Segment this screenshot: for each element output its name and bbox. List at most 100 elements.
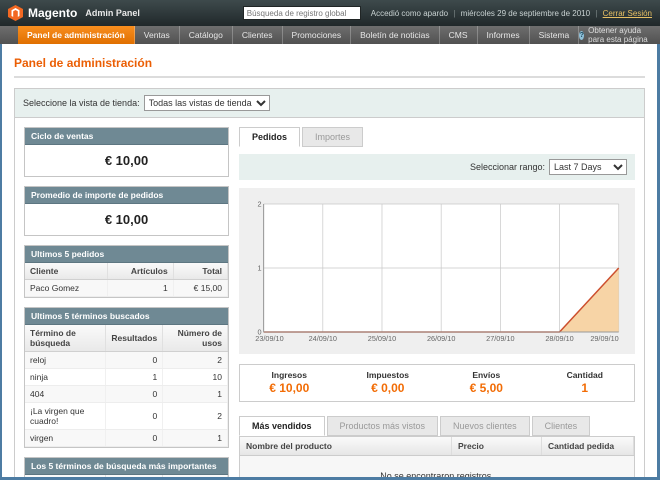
bottom-tab-2[interactable]: Nuevos clientes [440, 416, 530, 436]
bottom-tab-1[interactable]: Productos más vistos [327, 416, 439, 436]
total-ingresos: Ingresos€ 10,00 [240, 370, 339, 395]
top-search-terms-table: Término de búsquedaResultadosNúmero de u… [25, 475, 228, 477]
logo-text: Magento [28, 6, 77, 20]
svg-text:23/09/10: 23/09/10 [255, 335, 283, 343]
lifetime-sales-panel: Ciclo de ventas € 10,00 [24, 127, 229, 177]
column-header: Cliente [25, 263, 107, 280]
logo-subtext: Admin Panel [85, 8, 140, 18]
nav-tab-6[interactable]: CMS [440, 26, 478, 44]
column-header: Resultados [106, 475, 163, 477]
svg-text:28/09/10: 28/09/10 [545, 335, 573, 343]
store-view-select[interactable]: Todas las vistas de tienda [144, 95, 270, 111]
page-title: Panel de administración [14, 56, 645, 70]
help-label: Obtener ayuda para esta página [588, 26, 650, 44]
bottom-tab-3[interactable]: Clientes [532, 416, 591, 436]
column-header: Total [173, 263, 227, 280]
nav-tab-7[interactable]: Informes [478, 26, 530, 44]
total-value: 1 [536, 381, 635, 395]
chart-tab-1[interactable]: Importes [302, 127, 363, 147]
last-search-terms-table: Término de búsquedaResultadosNúmero de u… [25, 325, 228, 447]
total-value: € 5,00 [437, 381, 536, 395]
nav-tab-2[interactable]: Catálogo [180, 26, 233, 44]
current-date: miércoles 29 de septiembre de 2010 [461, 9, 590, 18]
lifetime-sales-value: € 10,00 [25, 145, 228, 176]
browser-window: Magento Admin Panel Accedió como apardo … [0, 0, 660, 480]
total-label: Cantidad [536, 370, 635, 380]
last-orders-panel: Ultimos 5 pedidos ClienteArtículosTotalP… [24, 245, 229, 298]
products-grid-table: Nombre del productoPrecioCantidad pedida [240, 437, 634, 456]
column-header: Artículos [107, 263, 173, 280]
grid-empty-message: No se encontraron registros. [240, 456, 634, 477]
panel-title: Ultimos 5 pedidos [25, 246, 228, 263]
orders-chart: 01223/09/1024/09/1025/09/1026/09/1027/09… [239, 188, 635, 354]
dashboard-container: Seleccione la vista de tienda: Todas las… [14, 88, 645, 477]
svg-text:25/09/10: 25/09/10 [368, 335, 396, 343]
nav-tab-0[interactable]: Panel de administración [18, 26, 135, 44]
table-row[interactable]: 40401 [25, 386, 228, 403]
last-orders-table: ClienteArtículosTotalPaco Gomez1€ 15,00 [25, 263, 228, 297]
range-bar: Seleccionar rango: Last 7 Days [239, 154, 635, 180]
magento-logo-icon [8, 5, 23, 21]
table-row[interactable]: ¡La virgen que cuadro!02 [25, 403, 228, 430]
total-label: Envíos [437, 370, 536, 380]
nav-tab-4[interactable]: Promociones [283, 26, 352, 44]
total-impuestos: Impuestos€ 0,00 [339, 370, 438, 395]
panel-title: Ultimos 5 términos buscados [25, 308, 228, 325]
table-row[interactable]: ninja110 [25, 369, 228, 386]
nav-tabs: Panel de administraciónVentasCatálogoCli… [18, 26, 579, 44]
table-row[interactable]: virgen01 [25, 430, 228, 447]
chart-tab-0[interactable]: Pedidos [239, 127, 300, 147]
top-search-terms-panel: Los 5 términos de búsqueda más important… [24, 457, 229, 477]
title-divider [14, 76, 645, 78]
panel-title: Los 5 términos de búsqueda más important… [25, 458, 228, 475]
svg-text:1: 1 [257, 265, 261, 273]
table-row[interactable]: reloj02 [25, 352, 228, 369]
store-view-label: Seleccione la vista de tienda: [23, 98, 140, 108]
orders-area-chart: 01223/09/1024/09/1025/09/1026/09/1027/09… [249, 196, 625, 346]
total-label: Impuestos [339, 370, 438, 380]
totals-bar: Ingresos€ 10,00Impuestos€ 0,00Envíos€ 5,… [239, 364, 635, 402]
column-header: Número de usos [163, 475, 228, 477]
column-header: Número de usos [163, 325, 228, 352]
help-link[interactable]: ? Obtener ayuda para esta página [579, 26, 660, 44]
total-cantidad: Cantidad1 [536, 370, 635, 395]
column-header: Nombre del producto [240, 437, 452, 456]
svg-text:29/09/10: 29/09/10 [590, 335, 618, 343]
column-header: Precio [452, 437, 542, 456]
panel-title: Promedio de importe de pedidos [25, 187, 228, 204]
nav-tab-3[interactable]: Clientes [233, 26, 283, 44]
total-value: € 10,00 [240, 381, 339, 395]
table-row[interactable]: Paco Gomez1€ 15,00 [25, 280, 228, 297]
page-body: Panel de administración Seleccione la vi… [2, 44, 657, 477]
store-view-bar: Seleccione la vista de tienda: Todas las… [15, 89, 644, 118]
range-select[interactable]: Last 7 Days [549, 159, 627, 175]
average-orders-value: € 10,00 [25, 204, 228, 235]
svg-text:24/09/10: 24/09/10 [309, 335, 337, 343]
global-search-input[interactable] [243, 6, 361, 20]
logged-in-as: Accedió como apardo [371, 9, 448, 18]
top-header: Magento Admin Panel Accedió como apardo … [0, 0, 660, 26]
dashboard-main: PedidosImportes Seleccionar rango: Last … [239, 127, 635, 477]
range-label: Seleccionar rango: [470, 162, 545, 172]
total-label: Ingresos [240, 370, 339, 380]
column-header: Término de búsqueda [25, 325, 106, 352]
svg-text:27/09/10: 27/09/10 [486, 335, 514, 343]
help-icon: ? [579, 31, 584, 40]
column-header: Cantidad pedida [542, 437, 634, 456]
nav-tab-8[interactable]: Sistema [530, 26, 580, 44]
chart-tabs: PedidosImportes [239, 127, 635, 147]
logout-link[interactable]: Cerrar Sesión [603, 9, 652, 18]
panel-title: Ciclo de ventas [25, 128, 228, 145]
bottom-tabs: Más vendidosProductos más vistosNuevos c… [239, 416, 635, 436]
main-nav: Panel de administraciónVentasCatálogoCli… [0, 26, 660, 44]
svg-text:26/09/10: 26/09/10 [427, 335, 455, 343]
column-header: Término de búsqueda [25, 475, 106, 477]
last-search-terms-panel: Ultimos 5 términos buscados Término de b… [24, 307, 229, 448]
average-orders-panel: Promedio de importe de pedidos € 10,00 [24, 186, 229, 236]
bottom-tab-0[interactable]: Más vendidos [239, 416, 325, 436]
total-value: € 0,00 [339, 381, 438, 395]
grid-header-row: Nombre del productoPrecioCantidad pedida [240, 437, 634, 456]
nav-tab-1[interactable]: Ventas [135, 26, 180, 44]
nav-tab-5[interactable]: Boletín de noticias [351, 26, 439, 44]
magento-logo: Magento Admin Panel [8, 5, 140, 21]
